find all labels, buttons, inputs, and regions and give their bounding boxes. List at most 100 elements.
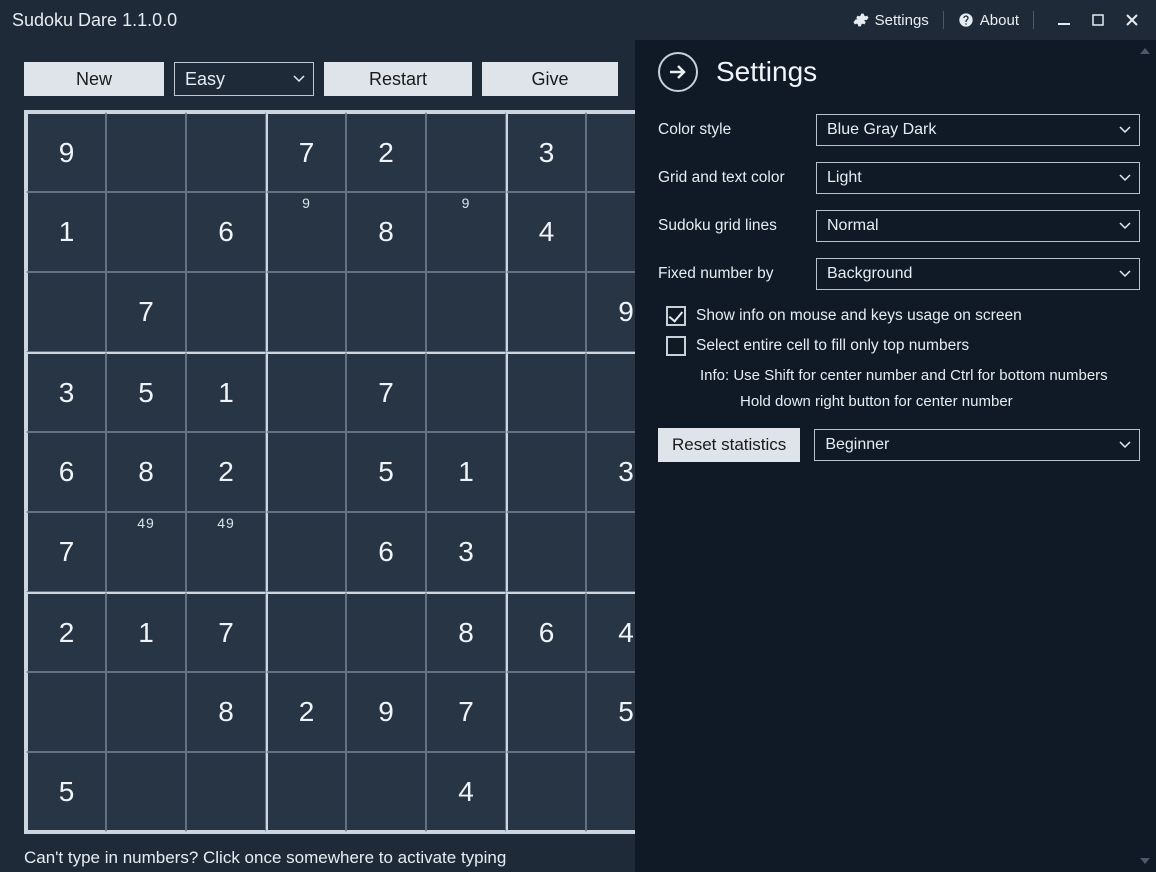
sudoku-cell[interactable] — [266, 272, 346, 352]
sudoku-cell[interactable]: 8 — [186, 672, 266, 752]
sudoku-cell[interactable]: 7 — [426, 672, 506, 752]
sudoku-cell[interactable] — [346, 272, 426, 352]
sudoku-cell[interactable]: 1 — [186, 352, 266, 432]
gear-icon — [853, 12, 869, 28]
select-entire-label: Select entire cell to fill only top numb… — [696, 336, 969, 356]
new-button[interactable]: New — [24, 62, 164, 96]
settings-menu-button[interactable]: Settings — [853, 12, 929, 29]
maximize-button[interactable] — [1086, 8, 1110, 32]
cell-value: 8 — [138, 456, 154, 488]
panel-scrollbar[interactable] — [1136, 40, 1154, 872]
sudoku-cell[interactable] — [506, 272, 586, 352]
sudoku-cell[interactable] — [266, 752, 346, 832]
chevron-down-icon — [1119, 126, 1131, 134]
sudoku-cell[interactable] — [186, 752, 266, 832]
sudoku-cell[interactable]: 6 — [26, 432, 106, 512]
sudoku-cell[interactable]: 8 — [346, 192, 426, 272]
sudoku-cell[interactable]: 4 — [506, 192, 586, 272]
sudoku-cell[interactable]: 6 — [346, 512, 426, 592]
cell-value: 5 — [378, 456, 394, 488]
sudoku-cell[interactable] — [506, 752, 586, 832]
sudoku-cell[interactable]: 9 — [266, 192, 346, 272]
sudoku-cell[interactable]: 49 — [186, 512, 266, 592]
sudoku-cell[interactable] — [266, 592, 346, 672]
sudoku-cell[interactable]: 3 — [26, 352, 106, 432]
cell-value: 3 — [539, 137, 555, 169]
sudoku-cell[interactable]: 5 — [26, 752, 106, 832]
chevron-down-icon — [1119, 270, 1131, 278]
color-style-select[interactable]: Blue Gray Dark — [816, 114, 1140, 146]
sudoku-cell[interactable] — [346, 752, 426, 832]
sudoku-cell[interactable] — [106, 672, 186, 752]
sudoku-cell[interactable]: 2 — [266, 672, 346, 752]
fixed-number-value: Background — [827, 265, 912, 283]
sudoku-cell[interactable]: 49 — [106, 512, 186, 592]
show-info-checkbox[interactable] — [666, 306, 686, 326]
sudoku-grid-wrap: 9723169894793517682513749496321786482975… — [24, 110, 635, 834]
close-button[interactable] — [1120, 8, 1144, 32]
sudoku-cell[interactable]: 2 — [346, 112, 426, 192]
sudoku-cell[interactable]: 5 — [346, 432, 426, 512]
sudoku-cell[interactable] — [266, 432, 346, 512]
reset-level-select[interactable]: Beginner — [814, 429, 1140, 461]
sudoku-cell[interactable]: 2 — [186, 432, 266, 512]
sudoku-cell[interactable] — [106, 192, 186, 272]
sudoku-cell[interactable]: 7 — [106, 272, 186, 352]
help-icon — [958, 12, 974, 28]
fixed-number-select[interactable]: Background — [816, 258, 1140, 290]
sudoku-cell[interactable] — [506, 432, 586, 512]
sudoku-cell[interactable]: 4 — [426, 752, 506, 832]
cell-value: 9 — [618, 296, 634, 328]
select-entire-checkbox[interactable] — [666, 336, 686, 356]
sudoku-cell[interactable] — [426, 112, 506, 192]
sudoku-cell[interactable] — [506, 672, 586, 752]
sudoku-cell[interactable]: 7 — [26, 512, 106, 592]
sudoku-cell[interactable]: 6 — [186, 192, 266, 272]
sudoku-cell[interactable]: 1 — [26, 192, 106, 272]
sudoku-cell[interactable] — [346, 592, 426, 672]
pencil-mark: 49 — [107, 515, 185, 531]
sudoku-cell[interactable] — [26, 272, 106, 352]
sudoku-cell[interactable] — [106, 752, 186, 832]
sudoku-cell[interactable] — [106, 112, 186, 192]
sudoku-cell[interactable]: 2 — [26, 592, 106, 672]
grid-lines-select[interactable]: Normal — [816, 210, 1140, 242]
sudoku-cell[interactable] — [26, 672, 106, 752]
sudoku-cell[interactable]: 6 — [506, 592, 586, 672]
sudoku-cell[interactable]: 8 — [106, 432, 186, 512]
sudoku-cell[interactable] — [266, 512, 346, 592]
about-menu-button[interactable]: About — [958, 12, 1019, 29]
grid-lines-label: Sudoku grid lines — [658, 217, 816, 235]
chevron-down-icon — [1119, 441, 1131, 449]
sudoku-cell[interactable]: 9 — [346, 672, 426, 752]
sudoku-cell[interactable] — [506, 352, 586, 432]
close-panel-button[interactable] — [658, 52, 698, 92]
give-button[interactable]: Give — [482, 62, 618, 96]
sudoku-cell[interactable]: 9 — [26, 112, 106, 192]
color-style-value: Blue Gray Dark — [827, 121, 936, 139]
minimize-button[interactable] — [1052, 8, 1076, 32]
sudoku-cell[interactable]: 5 — [106, 352, 186, 432]
difficulty-select[interactable]: Easy — [174, 62, 314, 96]
cell-value: 5 — [618, 696, 634, 728]
select-entire-row: Select entire cell to fill only top numb… — [666, 336, 1140, 356]
sudoku-cell[interactable] — [426, 272, 506, 352]
reset-statistics-button[interactable]: Reset statistics — [658, 428, 800, 462]
sudoku-cell[interactable]: 7 — [266, 112, 346, 192]
sudoku-cell[interactable]: 3 — [426, 512, 506, 592]
sudoku-cell[interactable]: 9 — [426, 192, 506, 272]
sudoku-cell[interactable] — [266, 352, 346, 432]
cell-value: 9 — [378, 696, 394, 728]
sudoku-cell[interactable]: 1 — [106, 592, 186, 672]
sudoku-cell[interactable] — [426, 352, 506, 432]
sudoku-cell[interactable] — [186, 272, 266, 352]
restart-button[interactable]: Restart — [324, 62, 472, 96]
sudoku-cell[interactable] — [186, 112, 266, 192]
sudoku-cell[interactable]: 1 — [426, 432, 506, 512]
sudoku-cell[interactable] — [506, 512, 586, 592]
sudoku-cell[interactable]: 8 — [426, 592, 506, 672]
sudoku-cell[interactable]: 3 — [506, 112, 586, 192]
sudoku-cell[interactable]: 7 — [346, 352, 426, 432]
grid-text-select[interactable]: Light — [816, 162, 1140, 194]
sudoku-cell[interactable]: 7 — [186, 592, 266, 672]
